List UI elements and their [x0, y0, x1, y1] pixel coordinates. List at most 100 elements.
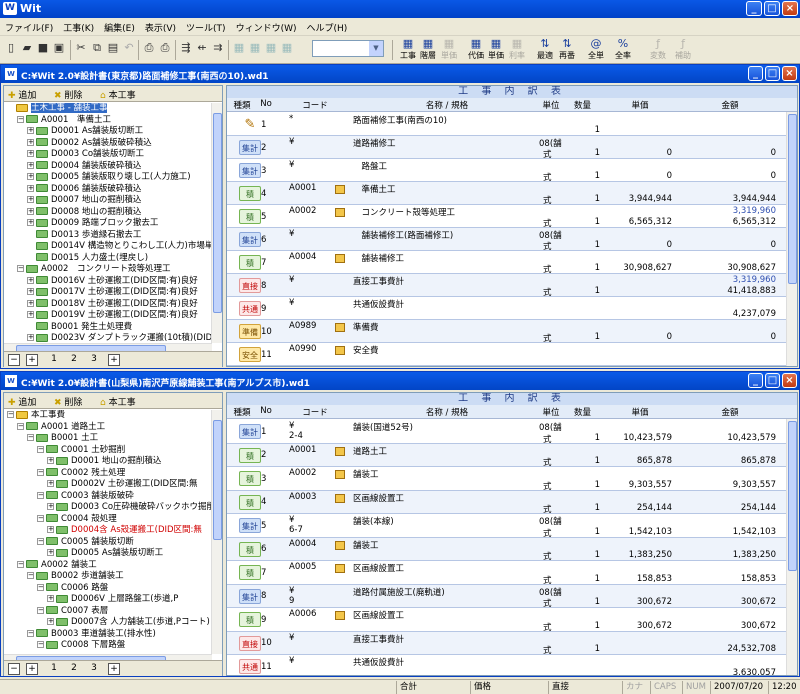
expand-toggle-icon[interactable]: − — [27, 572, 34, 579]
table-row[interactable]: 準備 10 A0989 準備費式 1 0 0 — [227, 320, 787, 344]
menu-item-4[interactable]: ツール(T) — [181, 18, 231, 37]
expand-toggle-icon[interactable]: + — [27, 276, 34, 284]
menu-item-2[interactable]: 編集(E) — [99, 18, 140, 37]
window1-grid-vscroll[interactable] — [786, 112, 797, 366]
column-header[interactable]: No — [257, 99, 275, 109]
tree-node[interactable]: + D0009 路端ブロック撤去工 — [4, 218, 212, 230]
expand-toggle-icon[interactable]: + — [27, 161, 34, 169]
detail-link-icon[interactable] — [335, 564, 345, 573]
toolbar-button-7[interactable]: ⇅ 再番 — [557, 38, 577, 61]
toolbar-button-8[interactable]: @ 全単 — [586, 38, 606, 61]
column-header[interactable]: 種類 — [227, 406, 257, 418]
window2-maximize-button[interactable]: □ — [765, 373, 780, 388]
menu-item-3[interactable]: 表示(V) — [140, 18, 181, 37]
zoom-combobox[interactable] — [312, 40, 384, 57]
format-icon-2[interactable]: ▦ — [247, 40, 263, 56]
row-type-badge[interactable]: 安全 — [239, 347, 261, 362]
expand-all-button[interactable]: + — [26, 663, 38, 675]
tree-node[interactable]: + D0019V 土砂運搬工(DID区間:有)良好 — [4, 310, 212, 322]
tree-node[interactable]: − C0004 殻処理 — [4, 514, 212, 526]
open-folder-icon[interactable]: ▰ — [19, 40, 35, 56]
expand-toggle-icon[interactable]: + — [27, 334, 34, 341]
expand-level-button[interactable]: + — [108, 354, 120, 366]
tree-node[interactable]: − A0001 道路土工 — [4, 422, 212, 434]
paste-icon[interactable]: ▤ — [105, 40, 121, 56]
table-row[interactable]: 直接 10 ¥ 直接工事費計式 1 24,532,708 — [227, 631, 787, 656]
window1-tree-vscroll[interactable] — [211, 103, 222, 343]
tree-node[interactable]: + D0006V 上層路盤工(歩道,P — [4, 594, 212, 606]
table-row[interactable]: 積 7 A0004 舗装補修工式 1 30,908,627 30,908,627 — [227, 251, 787, 275]
column-header[interactable]: 単価 — [600, 406, 680, 418]
expand-toggle-icon[interactable]: + — [47, 549, 54, 556]
window2-minimize-button[interactable]: _ — [748, 373, 763, 388]
row-type-badge[interactable]: 集計 — [239, 232, 261, 247]
expand-toggle-icon[interactable]: − — [37, 537, 44, 545]
tree-node[interactable]: + D0004含 As殻運搬工(DID区間:無 — [4, 525, 212, 537]
row-type-badge[interactable]: 積 — [239, 471, 261, 487]
row-type-badge[interactable]: 直接 — [239, 278, 261, 293]
row-type-badge[interactable]: 集計 — [239, 140, 261, 155]
insert-row-icon[interactable]: ⇶ — [178, 40, 194, 56]
tree-node[interactable]: + D0001 As舗装版切断工 — [4, 126, 212, 138]
window2-tree[interactable]: − 本工事費 − A0001 道路土工 − B0001 土工 − C0001 土砂掘削 + D00… — [4, 410, 212, 654]
tree-node[interactable]: − B0002 歩道舗装工 — [4, 571, 212, 583]
column-header[interactable]: 単位 — [537, 99, 565, 111]
level-tab-1[interactable]: 1 — [48, 354, 60, 366]
window2-grid-vscroll[interactable] — [786, 419, 797, 675]
table-row[interactable]: 集計 3 ¥ 路盤工式 1 0 0 — [227, 159, 787, 183]
expand-toggle-icon[interactable]: + — [27, 299, 34, 307]
toolbar-button-3[interactable]: ▦ 代価 — [466, 38, 486, 61]
new-file-icon[interactable]: ▯ — [3, 40, 19, 56]
expand-toggle-icon[interactable]: − — [37, 583, 44, 591]
tree-node[interactable]: B0001 発生土処理費 — [4, 322, 212, 334]
toolbar-button-9[interactable]: % 全率 — [613, 38, 633, 61]
column-header[interactable]: 数量 — [565, 406, 600, 418]
row-type-badge[interactable]: 準備 — [239, 324, 261, 339]
row-type-badge[interactable]: 集計 — [239, 588, 261, 604]
expand-toggle-icon[interactable]: − — [17, 265, 24, 272]
window2-tree-vscroll[interactable] — [211, 410, 222, 654]
table-row[interactable]: 集計 5 ¥6-7 舗装(本線) 08(舗式 1 1,542,103 1,542,103 — [227, 514, 787, 539]
expand-toggle-icon[interactable]: + — [27, 127, 34, 134]
tree-node[interactable]: − B0003 車道舗装工(排水性) — [4, 629, 212, 641]
undo-icon[interactable]: ↶ — [121, 40, 137, 56]
row-type-badge[interactable]: 直接 — [239, 635, 261, 651]
expand-toggle-icon[interactable]: − — [37, 445, 44, 453]
print-preview-icon[interactable]: ⎙ — [141, 40, 157, 56]
expand-level-button[interactable]: + — [108, 663, 120, 675]
expand-toggle-icon[interactable]: − — [37, 606, 44, 614]
detail-link-icon[interactable] — [335, 470, 345, 479]
table-row[interactable]: 積 7 A0005 区画線設置工式 1 158,853 158,853 — [227, 561, 787, 586]
toolbar-button-1[interactable]: ▦ 階層 — [418, 38, 438, 61]
window1-maximize-button[interactable]: □ — [765, 66, 780, 81]
column-header[interactable]: 金額 — [680, 99, 780, 111]
table-row[interactable]: 集計 6 ¥ 舗装補修工(路面補修工) 08(舗式 1 0 0 — [227, 228, 787, 252]
expand-all-button[interactable]: + — [26, 354, 38, 366]
home-work-button[interactable]: ⌂ 本工事 — [100, 395, 136, 408]
expand-toggle-icon[interactable]: − — [17, 422, 24, 430]
row-type-badge[interactable]: 集計 — [239, 518, 261, 534]
tree-node[interactable]: + D0023V ダンプトラック運搬(10t積)(DID区 — [4, 333, 212, 343]
tree-node[interactable]: 土木工事 - 舗装工事 — [4, 103, 212, 115]
tree-node[interactable]: + D0007 地山の掘削積込 — [4, 195, 212, 207]
expand-toggle-icon[interactable]: − — [37, 641, 44, 648]
row-type-badge[interactable]: 集計 — [239, 163, 261, 178]
expand-toggle-icon[interactable]: + — [27, 288, 34, 295]
level-tab-3[interactable]: 3 — [88, 663, 100, 675]
expand-toggle-icon[interactable]: + — [47, 457, 54, 464]
table-row[interactable]: 集計 8 ¥9 道路付属施設工(廃軌道) 08(舗式 1 300,672 300,672 — [227, 584, 787, 609]
detail-link-icon[interactable] — [335, 185, 345, 194]
format-icon-4[interactable]: ▦ — [279, 40, 295, 56]
toolbar-button-10[interactable]: ƒ 変数 — [648, 38, 668, 61]
column-header[interactable]: 単価 — [600, 99, 680, 111]
format-icon-1[interactable]: ▦ — [231, 40, 247, 56]
maximize-button[interactable]: □ — [764, 1, 780, 16]
add-button[interactable]: ✚ 追加 — [8, 88, 36, 101]
window2-close-button[interactable]: × — [782, 373, 797, 388]
expand-toggle-icon[interactable]: − — [27, 434, 34, 441]
format-icon-3[interactable]: ▦ — [263, 40, 279, 56]
row-type-badge[interactable]: 共通 — [239, 301, 261, 316]
menu-item-5[interactable]: ウィンドウ(W) — [231, 18, 302, 37]
detail-link-icon[interactable] — [335, 208, 345, 217]
level-tab-3[interactable]: 3 — [88, 354, 100, 366]
